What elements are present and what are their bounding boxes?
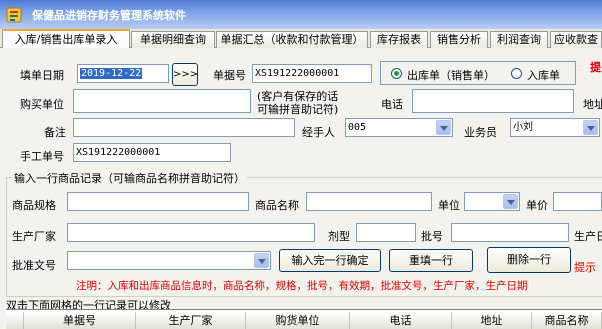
price-label: 单价	[526, 199, 548, 212]
chevron-down-icon[interactable]	[503, 194, 518, 209]
address-label: 地址	[583, 98, 602, 111]
maker-label: 生产厂家	[12, 230, 56, 243]
app-icon	[6, 7, 22, 23]
tab-label: 销售分析	[437, 33, 481, 46]
grid-col-buyer[interactable]: 购货单位	[246, 312, 350, 329]
tab-entry[interactable]: 入库/销售出库单录入	[2, 29, 130, 49]
tip-label: 提示	[574, 261, 596, 274]
tab-detail-query[interactable]: 单据明细查询	[131, 31, 215, 48]
tab-sales-analysis[interactable]: 销售分析	[430, 31, 488, 48]
tab-stock-report[interactable]: 库存报表	[370, 31, 428, 48]
batch-label: 批号	[421, 230, 443, 243]
salesman-label: 业务员	[464, 126, 497, 139]
date-label: 填单日期	[20, 69, 64, 82]
form-label: 剂型	[328, 230, 350, 243]
delete-row-button[interactable]: 删除一行	[487, 247, 571, 273]
chevron-down-icon[interactable]	[583, 120, 598, 135]
hint-label: 提	[590, 61, 601, 74]
date-field[interactable]: 2019-12-22	[77, 64, 169, 83]
tab-label: 利润查询	[497, 33, 541, 46]
chevron-down-icon[interactable]	[436, 120, 451, 135]
tab-label: 应收款查	[554, 33, 598, 46]
salesman-select[interactable]: 小刘	[510, 118, 600, 137]
tab-profit-query[interactable]: 利润查询	[490, 31, 548, 48]
tab-receivables[interactable]: 应收款查	[550, 31, 602, 48]
tab-label: 单据明细查询	[140, 33, 206, 46]
records-grid[interactable]: 单据号 生产厂家 购货单位 电话 地址 商品名称	[6, 309, 602, 329]
maker-field[interactable]	[67, 223, 315, 242]
radio-out-label: 出库单（销售单）	[407, 69, 495, 82]
title-bar: 保健品进销存财务管理系统软件	[0, 0, 602, 29]
buyer-label: 购买单位	[20, 98, 64, 111]
maker2-label: 生产日	[574, 230, 602, 243]
unit-label: 单位	[438, 199, 460, 212]
date-value: 2019-12-22	[80, 68, 143, 79]
tab-bar: 入库/销售出库单录入 单据明细查询 单据汇总（收款和付款管理） 库存报表 销售分…	[0, 29, 602, 49]
tab-label: 单据汇总（收款和付款管理）	[220, 33, 364, 46]
remark-label: 备注	[44, 126, 66, 139]
price-field[interactable]	[553, 192, 602, 211]
entry-note: 注明：入库和出库商品信息时，商品名称，规格，批号，有效期，批准文号，生产厂家，生…	[76, 280, 528, 292]
form-field[interactable]	[356, 223, 416, 242]
phone-field[interactable]	[412, 89, 574, 113]
buyer-field[interactable]	[73, 89, 251, 113]
handler-select[interactable]: 005	[345, 118, 453, 137]
approval-label: 批准文号	[12, 259, 56, 272]
grid-col-address[interactable]: 地址	[452, 312, 532, 329]
chevron-down-icon[interactable]	[254, 253, 269, 268]
grid-row-header	[6, 312, 24, 329]
doc-no-field[interactable]: XS191222000001	[252, 64, 372, 83]
approval-select[interactable]	[67, 251, 271, 270]
tab-label: 库存报表	[377, 33, 421, 46]
name-label: 商品名称	[255, 199, 299, 212]
phone-label: 电话	[381, 98, 403, 111]
window-title: 保健品进销存财务管理系统软件	[32, 9, 186, 22]
handler-label: 经手人	[302, 126, 335, 139]
spec-label: 商品规格	[12, 199, 56, 212]
salesman-value: 小刘	[513, 122, 533, 133]
radio-in[interactable]	[511, 68, 522, 79]
handler-value: 005	[348, 122, 367, 133]
remark-field[interactable]	[73, 118, 295, 137]
doc-type-group: 出库单（销售单） 入库单	[380, 61, 576, 85]
tab-summary[interactable]: 单据汇总（收款和付款管理）	[216, 31, 368, 48]
grid-col-maker[interactable]: 生产厂家	[136, 312, 246, 329]
date-picker-button[interactable]: >>>	[172, 63, 198, 86]
grid-col-phone[interactable]: 电话	[350, 312, 452, 329]
batch-field[interactable]	[451, 223, 569, 242]
item-section-title: 输入一行商品记录（可输商品名称拼音助记符）	[12, 170, 247, 186]
manual-no-label: 手工单号	[20, 150, 64, 163]
manual-no-field[interactable]: XS191222000001	[73, 143, 231, 162]
confirm-row-button[interactable]: 输入完一行确定	[279, 249, 381, 272]
unit-select[interactable]	[464, 192, 520, 211]
grid-col-doc-no[interactable]: 单据号	[24, 312, 136, 329]
name-field[interactable]	[306, 192, 432, 211]
tab-label: 入库/销售出库单录入	[14, 33, 118, 46]
grid-col-product-name[interactable]: 商品名称	[532, 312, 602, 329]
refill-row-button[interactable]: 重填一行	[389, 249, 473, 272]
radio-out[interactable]	[391, 68, 402, 79]
radio-in-label: 入库单	[527, 69, 560, 82]
spec-field[interactable]	[67, 192, 249, 211]
buyer-note-2: 可输拼音助记符)	[257, 103, 339, 116]
doc-no-label: 单据号	[213, 69, 246, 82]
